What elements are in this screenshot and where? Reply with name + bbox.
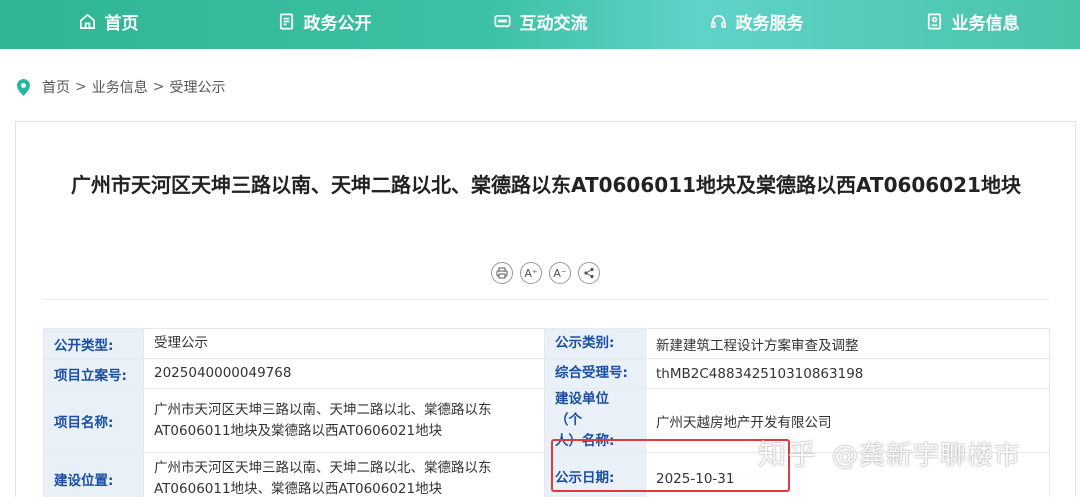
nav-item-label: 政务公开 bbox=[303, 14, 372, 34]
breadcrumb-home[interactable]: 首页 bbox=[42, 77, 70, 97]
font-increase-icon: A⁺ bbox=[524, 266, 538, 280]
nav-item-home[interactable]: 首页 bbox=[0, 0, 216, 46]
nav-item-label: 业务信息 bbox=[951, 14, 1020, 34]
label-project-name: 项目名称: bbox=[43, 388, 144, 453]
print-icon bbox=[496, 267, 508, 279]
top-navigation: 首页 政务公开 互动交流 政务服务 业务信息 bbox=[0, 0, 1080, 49]
label-acceptance-no: 综合受理号: bbox=[544, 358, 646, 389]
breadcrumb-separator: > bbox=[152, 79, 165, 95]
label-developer: 建设单位（个 人）名称: bbox=[544, 388, 646, 453]
nav-item-label: 互动交流 bbox=[519, 14, 588, 34]
chat-icon bbox=[494, 14, 510, 28]
headset-icon bbox=[710, 14, 726, 29]
info-file-icon bbox=[927, 13, 941, 30]
value-disclosure-type: 受理公示 bbox=[143, 328, 545, 359]
font-decrease-icon: A⁻ bbox=[553, 266, 567, 280]
nav-item-gov-affairs[interactable]: 政务公开 bbox=[216, 0, 432, 46]
title-divider bbox=[43, 299, 1049, 300]
font-increase-button[interactable]: A⁺ bbox=[520, 262, 542, 284]
table-row: 公开类型: 受理公示 公示类别: 新建建筑工程设计方案审查及调整 bbox=[43, 328, 1050, 359]
label-notice-date: 公示日期: bbox=[544, 452, 646, 497]
nav-item-business-info[interactable]: 业务信息 bbox=[864, 0, 1080, 46]
value-acceptance-no: thMB2C488342510310863198 bbox=[645, 358, 1050, 389]
nav-item-interaction[interactable]: 互动交流 bbox=[432, 0, 648, 46]
breadcrumb-separator: > bbox=[75, 79, 87, 95]
breadcrumb-business-info[interactable]: 业务信息 bbox=[92, 77, 148, 97]
document-icon bbox=[279, 13, 293, 30]
nav-item-label: 首页 bbox=[104, 14, 139, 34]
label-project-filing-no: 项目立案号: bbox=[43, 358, 144, 389]
share-button[interactable] bbox=[578, 262, 600, 284]
breadcrumb: 首页 > 业务信息 > 受理公示 bbox=[15, 76, 225, 98]
nav-item-label: 政务服务 bbox=[735, 14, 804, 34]
print-button[interactable] bbox=[491, 262, 513, 284]
label-notice-category: 公示类别: bbox=[544, 328, 646, 359]
label-build-location: 建设位置: bbox=[43, 452, 144, 497]
table-row: 项目立案号: 2025040000049768 综合受理号: thMB2C488… bbox=[43, 358, 1050, 389]
value-notice-category: 新建建筑工程设计方案审查及调整 bbox=[645, 328, 1050, 359]
watermark: 知乎 @龚新宇聊楼市 bbox=[758, 433, 1021, 473]
value-project-name: 广州市天河区天坤三路以南、天坤二路以北、棠德路以东 AT0606011地块及棠德… bbox=[143, 388, 545, 453]
share-icon bbox=[584, 267, 594, 279]
article-tools: A⁺ A⁻ bbox=[491, 262, 600, 284]
label-disclosure-type: 公开类型: bbox=[43, 328, 144, 359]
home-icon bbox=[79, 13, 95, 30]
location-pin-icon bbox=[17, 78, 30, 96]
value-project-filing-no: 2025040000049768 bbox=[143, 358, 545, 389]
value-build-location: 广州市天河区天坤三路以南、天坤二路以北、棠德路以东 AT0606011地块、棠德… bbox=[143, 452, 545, 497]
breadcrumb-current[interactable]: 受理公示 bbox=[169, 77, 225, 97]
watermark-brand: 知乎 bbox=[758, 438, 819, 471]
font-decrease-button[interactable]: A⁻ bbox=[549, 262, 571, 284]
nav-item-gov-services[interactable]: 政务服务 bbox=[648, 0, 864, 46]
watermark-user: @龚新宇聊楼市 bbox=[832, 440, 1022, 471]
article-title: 广州市天河区天坤三路以南、天坤二路以北、棠德路以东AT0606011地块及棠德路… bbox=[71, 173, 1021, 197]
